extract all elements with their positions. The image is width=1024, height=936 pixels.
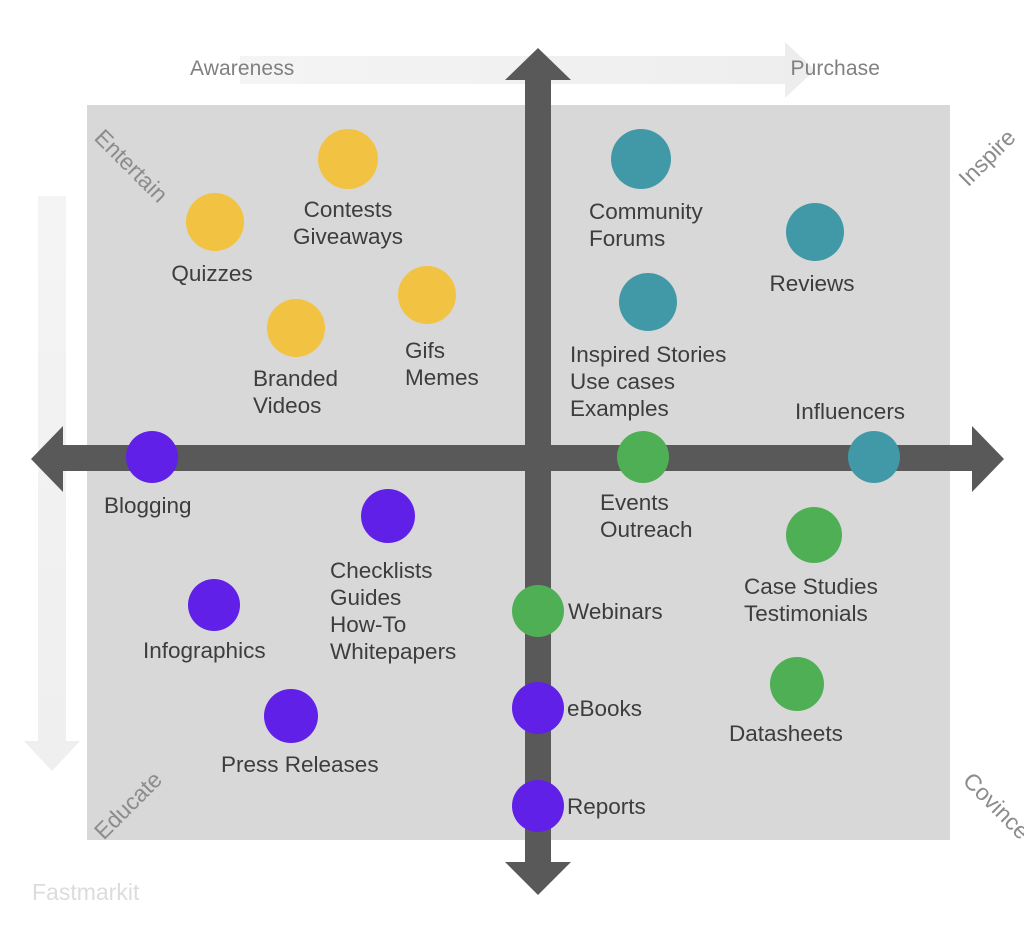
data-point-dot[interactable]	[512, 585, 564, 637]
data-point-label: Branded Videos	[253, 366, 339, 418]
data-point-label: Webinars	[568, 599, 663, 624]
data-point-dot[interactable]	[126, 431, 178, 483]
vertical-axis-down-arrow-icon	[505, 862, 571, 895]
data-point-label: Events Outreach	[600, 490, 693, 542]
data-point-dot[interactable]	[264, 689, 318, 743]
data-point-dot[interactable]	[786, 507, 842, 563]
data-point-dot[interactable]	[318, 129, 378, 189]
data-point-dot[interactable]	[786, 203, 844, 261]
data-point-label: Reports	[567, 794, 646, 819]
data-point-label: Reviews	[769, 271, 855, 296]
axis-label-awareness: Awareness	[190, 57, 295, 80]
horizontal-axis-shaft	[58, 445, 976, 471]
data-point-dot[interactable]	[361, 489, 415, 543]
vertical-axis-up-arrow-icon	[505, 48, 571, 80]
data-point-dot[interactable]	[512, 780, 564, 832]
data-point-label: Influencers	[795, 399, 906, 424]
quadrant-label-covince: Covince	[958, 767, 1024, 845]
axis-label-purchase: Purchase	[790, 57, 880, 80]
emotional-rational-gradient-arrowhead	[24, 741, 80, 771]
data-point-dot[interactable]	[186, 193, 244, 251]
data-point-label: Checklists Guides How-To Whitepapers	[330, 558, 457, 664]
data-point-label: Infographics	[143, 638, 266, 663]
data-point-dot[interactable]	[267, 299, 325, 357]
data-point-label: Case Studies Testimonials	[744, 574, 878, 626]
data-point-dot[interactable]	[617, 431, 669, 483]
data-point-dot[interactable]	[770, 657, 824, 711]
data-point-dot[interactable]	[188, 579, 240, 631]
horizontal-axis-right-arrow-icon	[972, 426, 1004, 492]
data-point-label: Inspired Stories Use cases Examples	[570, 342, 727, 421]
data-point-label: Gifs Memes	[405, 338, 479, 390]
matrix-canvas: Awareness Purchase Emotional Rational En…	[0, 0, 1024, 936]
data-point-label: Datasheets	[729, 721, 843, 746]
data-point-label: Blogging	[104, 493, 192, 518]
quadrant-label-inspire: Inspire	[953, 124, 1021, 192]
vertical-axis-shaft	[525, 75, 551, 880]
data-point-dot[interactable]	[512, 682, 564, 734]
data-point-label: Contests Giveaways	[292, 197, 404, 249]
data-point-label: Quizzes	[171, 261, 253, 286]
data-point-label: Press Releases	[221, 752, 379, 777]
data-point-dot[interactable]	[611, 129, 671, 189]
data-point-dot[interactable]	[848, 431, 900, 483]
data-point-dot[interactable]	[398, 266, 456, 324]
horizontal-axis-left-arrow-icon	[31, 426, 63, 492]
data-point-label: eBooks	[567, 696, 643, 721]
data-point-label: Community Forums	[589, 199, 703, 251]
data-point-dot[interactable]	[619, 273, 677, 331]
brand-wordmark: Fastmarkit	[32, 879, 140, 905]
